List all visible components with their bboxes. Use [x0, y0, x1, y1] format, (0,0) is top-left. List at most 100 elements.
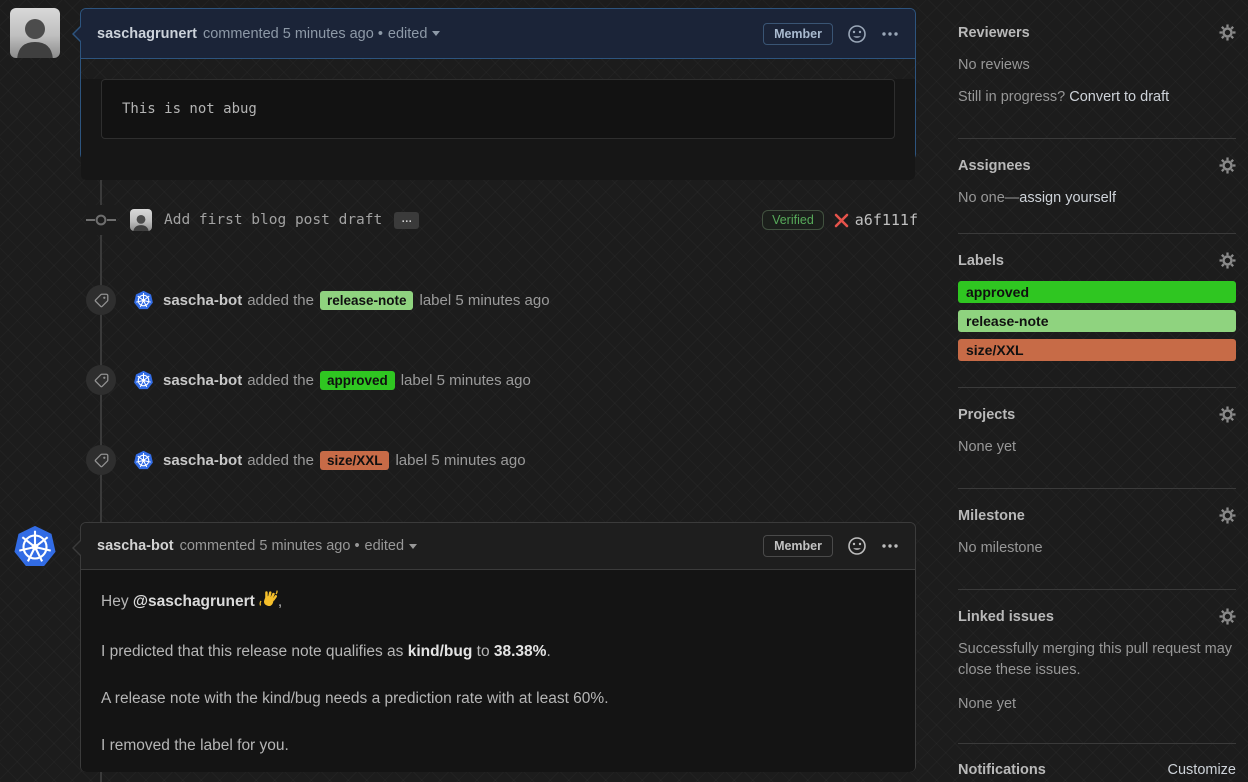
event-suffix-text: label 5 minutes ago [395, 451, 526, 469]
commit-author-avatar[interactable] [130, 209, 152, 231]
to-text: to [472, 643, 494, 660]
bot-avatar[interactable] [133, 290, 154, 311]
reviewers-empty-text: No reviews [958, 57, 1030, 73]
gear-icon[interactable] [1219, 157, 1236, 174]
comment-header: saschagrunert commented 5 minutes ago • … [81, 9, 915, 59]
add-reaction-button[interactable] [847, 536, 867, 556]
gear-icon[interactable] [1219, 24, 1236, 41]
comment-sascha-bot: sascha-bot commented 5 minutes ago • edi… [72, 522, 916, 772]
timeline-event-release-note: sascha-bot added the release-note label … [86, 285, 918, 315]
kubernetes-logo-icon [14, 525, 56, 566]
comment-header: sascha-bot commented 5 minutes ago • edi… [81, 523, 915, 570]
assignees-empty-text: No one— [958, 190, 1020, 206]
tag-icon [86, 285, 116, 315]
section-title: Reviewers [958, 24, 1030, 41]
gear-icon[interactable] [1219, 608, 1236, 625]
sidebar-section-milestone: Milestone No milestone [958, 507, 1236, 590]
labels-header[interactable]: Labels [958, 252, 1236, 269]
bot-avatar[interactable] [12, 524, 58, 570]
event-actor-link[interactable]: sascha-bot [163, 452, 242, 469]
git-commit-icon [86, 205, 116, 235]
paragraph-greeting: Hey @saschagrunert, [101, 590, 895, 616]
linked-issues-description: Successfully merging this pull request m… [958, 641, 1233, 678]
projects-empty-text: None yet [958, 439, 1017, 455]
bot-avatar[interactable] [133, 370, 154, 391]
sidebar-section-assignees: Assignees No one—assign yourself [958, 157, 1236, 234]
comment-options-button[interactable] [881, 31, 899, 37]
comment-author-link[interactable]: sascha-bot [97, 538, 174, 554]
comment-saschagrunert: saschagrunert commented 5 minutes ago • … [72, 8, 916, 180]
member-badge: Member [763, 535, 833, 557]
member-badge: Member [763, 22, 833, 45]
greeting-comma: , [277, 593, 283, 610]
tag-icon [86, 445, 116, 475]
event-actor-link[interactable]: sascha-bot [163, 292, 242, 309]
event-actor-link[interactable]: sascha-bot [163, 372, 242, 389]
customize-notifications-link[interactable]: Customize [1168, 762, 1237, 778]
milestone-header[interactable]: Milestone [958, 507, 1236, 524]
commit-expander-button[interactable]: … [394, 211, 420, 229]
edited-label: edited [387, 25, 428, 42]
convert-to-draft-link[interactable]: Convert to draft [1069, 89, 1169, 105]
gear-icon[interactable] [1219, 507, 1236, 524]
projects-header[interactable]: Projects [958, 406, 1236, 423]
comment-body: This is not abug [81, 79, 915, 180]
gear-icon[interactable] [1219, 406, 1236, 423]
kebab-menu-icon [882, 31, 898, 36]
chevron-down-icon [432, 31, 441, 36]
section-title: Projects [958, 406, 1016, 423]
paragraph-prediction: I predicted that this release note quali… [101, 640, 895, 663]
event-action-text: added the [247, 451, 314, 469]
timeline-event-approved: sascha-bot added the approved label 5 mi… [86, 365, 918, 395]
kebab-menu-icon [882, 544, 898, 548]
reviewers-header[interactable]: Reviewers [958, 24, 1236, 41]
label-pill[interactable]: size/XXL [319, 450, 390, 470]
bot-avatar[interactable] [133, 450, 154, 471]
linked-issues-header[interactable]: Linked issues [958, 608, 1236, 625]
smiley-icon [848, 537, 866, 555]
paragraph-requirement: A release note with the kind/bug needs a… [101, 690, 609, 707]
status-failed-x-icon[interactable] [834, 213, 849, 228]
gear-icon[interactable] [1219, 252, 1236, 269]
sidebar-label-approved[interactable]: approved [958, 281, 1236, 303]
kind-bug-text: kind/bug [407, 643, 473, 660]
person-avatar-icon [17, 19, 53, 58]
add-reaction-button[interactable] [847, 24, 867, 44]
section-title: Assignees [958, 157, 1031, 174]
label-pill[interactable]: approved [319, 370, 395, 390]
commit-message-link[interactable]: Add first blog post draft [164, 212, 382, 228]
code-text: This is not abug [122, 101, 257, 117]
comment-author-link[interactable]: saschagrunert [97, 26, 197, 42]
section-title: Notifications [958, 762, 1046, 778]
timeline-event-size-xxl: sascha-bot added the size/XXL label 5 mi… [86, 445, 918, 475]
event-action-text: added the [247, 371, 314, 389]
assign-yourself-link[interactable]: assign yourself [1019, 190, 1116, 206]
assignees-header[interactable]: Assignees [958, 157, 1236, 174]
label-pill[interactable]: release-note [319, 290, 414, 310]
section-title: Linked issues [958, 608, 1054, 625]
paragraph-removed: I removed the label for you. [101, 737, 289, 754]
sidebar-section-projects: Projects None yet [958, 406, 1236, 489]
prediction-text: I predicted that this release note quali… [101, 643, 408, 660]
event-suffix-text: label 5 minutes ago [419, 291, 550, 309]
person-avatar-icon [133, 214, 149, 231]
section-title: Labels [958, 252, 1004, 269]
draft-hint-text: Still in progress? [958, 89, 1070, 105]
user-mention-link[interactable]: @saschagrunert [133, 593, 255, 610]
edited-dropdown[interactable]: edited [388, 26, 441, 42]
milestone-empty-text: No milestone [958, 540, 1043, 556]
sidebar-label-size-xxl[interactable]: size/XXL [958, 339, 1236, 361]
sidebar: Reviewers No reviews Still in progress? … [958, 24, 1236, 778]
sidebar-label-release-note[interactable]: release-note [958, 310, 1236, 332]
commit-sha-link[interactable]: a6f111f [855, 211, 918, 229]
avatar[interactable] [10, 8, 60, 58]
comment-meta: commented 5 minutes ago • [202, 25, 383, 42]
sidebar-section-notifications: Notifications Customize [958, 762, 1236, 778]
edited-dropdown[interactable]: edited [365, 538, 418, 554]
verified-badge[interactable]: Verified [762, 210, 824, 230]
kubernetes-logo-icon [134, 290, 153, 309]
sidebar-labels-list: approved release-note size/XXL [958, 281, 1236, 361]
comment-options-button[interactable] [881, 543, 899, 549]
section-title: Milestone [958, 507, 1025, 524]
percentage-text: 38.38% [493, 643, 547, 660]
